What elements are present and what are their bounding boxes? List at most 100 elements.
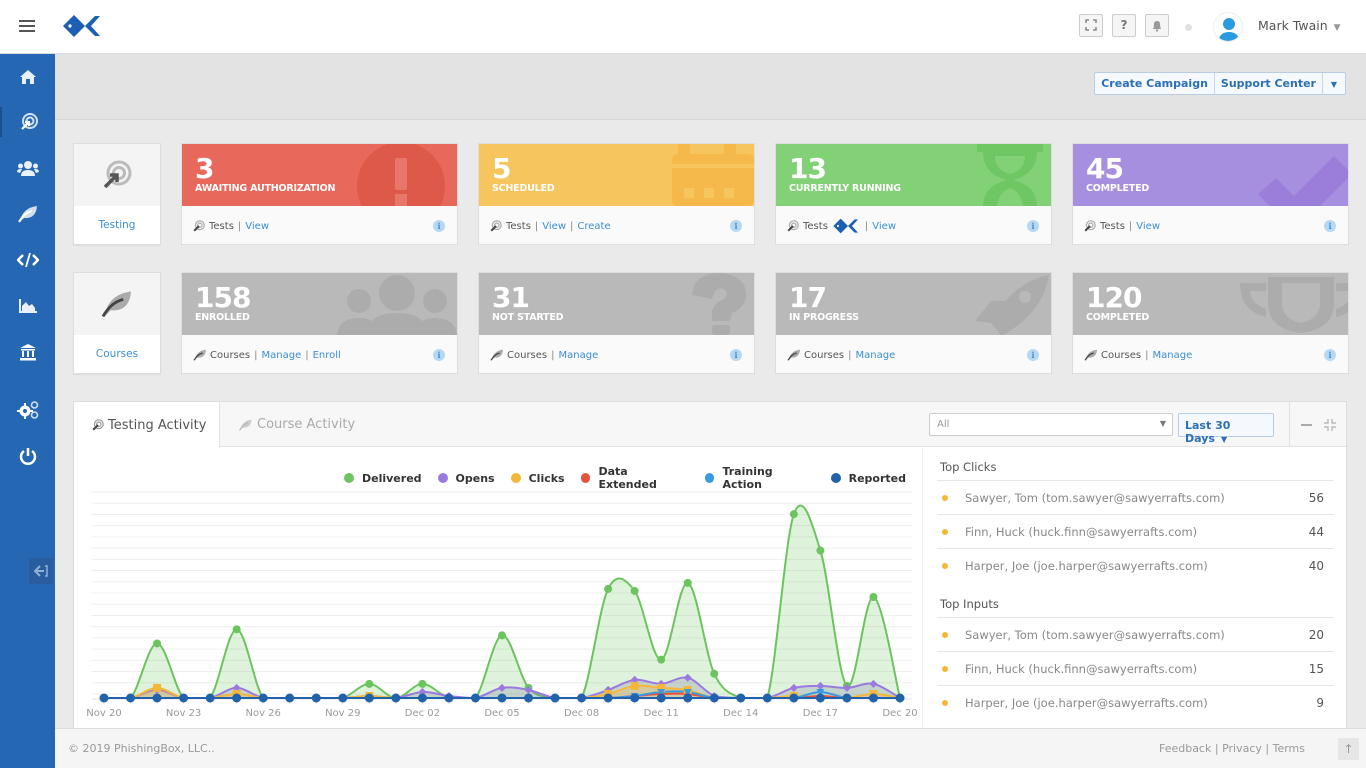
scroll-to-top-button[interactable]: ↑ xyxy=(1338,738,1359,760)
sidebar-item-home[interactable] xyxy=(0,62,55,92)
data-point-reported xyxy=(444,693,454,703)
action-button-group: Create Campaign Support Center ▼ xyxy=(1094,72,1346,95)
sidebar-item-logout[interactable] xyxy=(0,441,55,471)
sidebar-item-institution[interactable] xyxy=(0,337,55,367)
view-link[interactable]: View xyxy=(245,221,269,232)
list-item[interactable]: Harper, Joe (joe.harper@sawyerrafts.com)… xyxy=(937,686,1334,720)
tab-course-activity[interactable]: Course Activity xyxy=(238,402,355,447)
chart-svg: Nov 20 Nov 23 Nov 26 Nov 29 Dec 02 Dec 05 Dec … xyxy=(86,491,918,719)
top-clicks-title: Top Clicks xyxy=(937,448,1334,481)
leaf-icon xyxy=(238,419,252,431)
page-header: Create Campaign Support Center ▼ xyxy=(55,54,1366,120)
bell-icon[interactable] xyxy=(1145,14,1169,37)
data-point-reported xyxy=(391,693,401,703)
data-point-reported xyxy=(630,693,640,703)
data-point-reported xyxy=(895,693,905,703)
bank-icon xyxy=(19,343,36,360)
stat-caption: COMPLETED xyxy=(1086,312,1150,323)
help-icon[interactable]: ? xyxy=(1112,14,1136,37)
list-item[interactable]: Finn, Huck (huck.finn@sawyerrafts.com) 44 xyxy=(937,515,1334,549)
data-point-reported xyxy=(762,693,772,703)
sidebar-item-integrations[interactable] xyxy=(0,245,55,275)
list-item-value: 40 xyxy=(1308,559,1324,573)
list-item-value: 56 xyxy=(1308,490,1324,505)
data-point-delivered xyxy=(789,510,798,519)
sidebar-item-courses[interactable] xyxy=(0,199,55,229)
manage-link[interactable]: Manage xyxy=(856,350,896,361)
x-tick-label: Dec 11 xyxy=(644,708,679,719)
tab-label: Course Activity xyxy=(257,417,356,432)
compress-icon[interactable] xyxy=(1324,419,1336,431)
sidebar-item-settings[interactable] xyxy=(0,395,55,425)
list-item[interactable]: Finn, Huck (huck.finn@sawyerrafts.com) 15 xyxy=(937,652,1334,686)
data-point-reported xyxy=(815,693,825,703)
date-range-dropdown[interactable]: Last 30 Days ▼ xyxy=(1178,413,1274,445)
list-item[interactable]: Sawyer, Tom (tom.sawyer@sawyerrafts.com)… xyxy=(937,618,1334,652)
privacy-link[interactable]: Privacy xyxy=(1222,742,1262,755)
create-campaign-button[interactable]: Create Campaign xyxy=(1095,73,1215,94)
data-point-delivered xyxy=(498,631,506,640)
info-icon[interactable]: i xyxy=(1324,349,1336,361)
info-icon[interactable]: i xyxy=(1027,349,1039,361)
rocket-icon xyxy=(975,275,1049,335)
view-link[interactable]: View xyxy=(1136,221,1160,232)
data-point-delivered xyxy=(630,586,639,595)
power-icon xyxy=(19,448,36,465)
minimize-icon[interactable] xyxy=(1301,424,1313,428)
x-tick-label: Dec 14 xyxy=(723,708,758,719)
stat-caption: AWAITING AUTHORIZATION xyxy=(195,183,336,194)
logo[interactable] xyxy=(63,14,101,42)
feedback-link[interactable]: Feedback xyxy=(1159,742,1211,755)
sidebar-item-testing[interactable] xyxy=(0,107,55,137)
courses-category-card[interactable]: Courses xyxy=(73,272,161,374)
leaf-icon xyxy=(787,349,800,361)
courses-link[interactable]: Courses xyxy=(74,348,160,360)
avatar[interactable] xyxy=(1213,12,1243,42)
user-menu[interactable]: Mark Twain ▼ xyxy=(1258,18,1341,33)
view-link[interactable]: View xyxy=(872,221,896,232)
enroll-link[interactable]: Enroll xyxy=(313,350,341,361)
create-link[interactable]: Create xyxy=(577,221,610,232)
stat-value: 13 xyxy=(789,152,827,185)
testing-link[interactable]: Testing xyxy=(74,219,160,231)
sidebar-item-reports[interactable] xyxy=(0,291,55,321)
testing-category-card[interactable]: Testing xyxy=(73,143,161,245)
menu-icon[interactable] xyxy=(19,20,35,32)
stat-card-not-started: 31 NOT STARTED Courses | Manage i xyxy=(478,272,755,374)
support-center-button[interactable]: Support Center xyxy=(1215,73,1323,94)
list-item-value: 20 xyxy=(1308,627,1324,642)
list-item[interactable]: Harper, Joe (joe.harper@sawyerrafts.com)… xyxy=(937,549,1334,583)
sidebar-collapse-button[interactable] xyxy=(29,558,53,584)
bullet-icon xyxy=(942,665,948,672)
sidebar-item-users[interactable] xyxy=(0,153,55,183)
data-point-reported xyxy=(497,693,507,703)
filter-value: All xyxy=(937,419,950,430)
view-link[interactable]: View xyxy=(542,221,566,232)
info-icon[interactable]: i xyxy=(433,349,445,361)
fullscreen-icon[interactable] xyxy=(1079,14,1103,37)
info-icon[interactable]: i xyxy=(1324,220,1336,232)
data-point-reported xyxy=(258,693,268,703)
tab-testing-activity[interactable]: Testing Activity xyxy=(74,402,220,448)
manage-link[interactable]: Manage xyxy=(262,350,302,361)
info-icon[interactable]: i xyxy=(730,220,742,232)
info-icon[interactable]: i xyxy=(730,349,742,361)
terms-link[interactable]: Terms xyxy=(1273,742,1305,755)
leaf-icon xyxy=(17,206,37,223)
info-icon[interactable]: i xyxy=(433,220,445,232)
trophy-icon xyxy=(1240,277,1348,333)
manage-link[interactable]: Manage xyxy=(1153,350,1193,361)
arrow-up-icon: ↑ xyxy=(1343,742,1354,756)
bullet-icon xyxy=(942,563,948,569)
list-item[interactable]: Sawyer, Tom (tom.sawyer@sawyerrafts.com)… xyxy=(937,481,1334,515)
filter-select[interactable]: All ▼ xyxy=(929,413,1173,436)
activity-panel: Testing Activity Course Activity All ▼ La… xyxy=(73,401,1347,732)
stat-caption: CURRENTLY RUNNING xyxy=(789,183,901,194)
data-point-clicks xyxy=(630,681,639,690)
target-icon xyxy=(92,419,104,431)
info-icon[interactable]: i xyxy=(1027,220,1039,232)
data-point-clicks xyxy=(153,683,162,692)
manage-link[interactable]: Manage xyxy=(559,350,599,361)
top-inputs-title: Top Inputs xyxy=(937,583,1334,618)
more-actions-dropdown[interactable]: ▼ xyxy=(1323,73,1345,94)
